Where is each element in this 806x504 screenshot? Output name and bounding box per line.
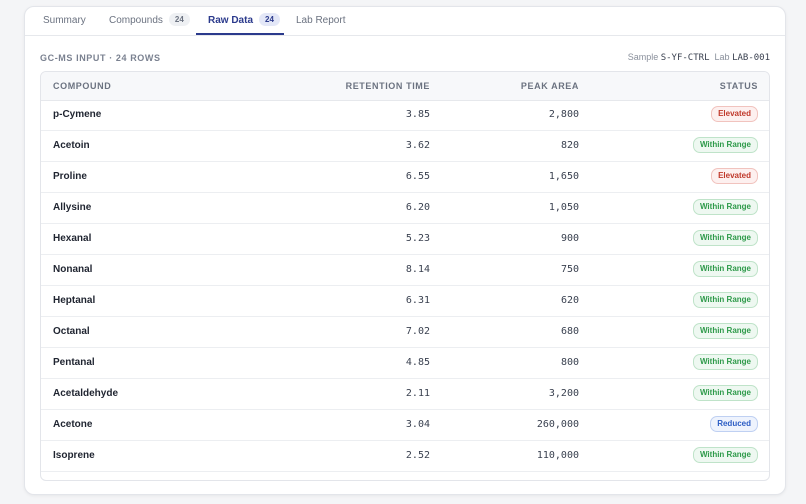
tab-compounds-count: 24 (168, 13, 190, 26)
peak-area: 1,650 (548, 171, 579, 182)
table-row[interactable]: Acetaldehyde 2.11 3,200 Within Range (41, 379, 769, 410)
compound-name: Heptanal (53, 295, 96, 306)
table-row[interactable]: Acetoin 3.62 820 Within Range (41, 131, 769, 162)
tab-compounds[interactable]: Compounds 24 (109, 7, 190, 34)
compound-name: Acetoin (53, 140, 90, 151)
peak-area: 680 (560, 326, 579, 337)
status-badge: Reduced (710, 416, 758, 433)
status-badge: Elevated (711, 106, 758, 123)
input-summary: GC-MS INPUT · 24 ROWS (40, 53, 161, 63)
status-cell: Reduced (710, 410, 758, 440)
tab-summary[interactable]: Summary (43, 7, 86, 34)
header-status[interactable]: STATUS (720, 72, 758, 100)
retention-time: 2.52 (405, 450, 430, 461)
status-badge: Within Range (692, 137, 758, 154)
compound-name: Nonanal (53, 264, 93, 275)
peak-area: 620 (560, 295, 579, 306)
table-row[interactable]: Nonanal 8.14 750 Within Range (41, 255, 769, 286)
compound-name: Pentanal (53, 357, 95, 368)
tab-lab-report[interactable]: Lab Report (296, 7, 345, 34)
peak-area: 750 (560, 264, 579, 275)
active-tab-indicator (196, 33, 284, 35)
table-header: COMPOUND RETENTION TIME PEAK AREA STATUS (41, 72, 769, 101)
peak-area: 110,000 (536, 450, 579, 461)
compound-name: Hexanal (53, 233, 92, 244)
sample-lab-info: Sample S-YF-CTRL Lab LAB-001 (628, 52, 770, 63)
compound-name: Octanal (53, 326, 90, 337)
retention-time: 3.62 (405, 140, 430, 151)
status-cell: Within Range (692, 286, 758, 316)
status-cell: Elevated (711, 100, 758, 130)
tab-summary-label: Summary (43, 15, 86, 26)
sample-label: Sample (627, 52, 659, 62)
peak-area: 800 (560, 357, 579, 368)
status-cell: Within Range (692, 379, 758, 409)
status-cell: Within Range (692, 317, 758, 347)
retention-time: 7.02 (405, 326, 430, 337)
tab-raw-data[interactable]: Raw Data 24 (208, 7, 280, 34)
retention-time: 3.04 (405, 419, 430, 430)
raw-data-card: Summary Compounds 24 Raw Data 24 Lab Repor… (24, 6, 786, 495)
compound-name: Isoprene (53, 450, 95, 461)
status-cell: Within Range (692, 348, 758, 378)
compound-name: Allysine (53, 202, 92, 213)
tab-compounds-label: Compounds (109, 15, 163, 26)
table-row[interactable]: Pentanal 4.85 800 Within Range (41, 348, 769, 379)
status-badge: Within Range (692, 199, 758, 216)
table-row[interactable]: p-Cymene 3.85 2,800 Elevated (41, 100, 769, 131)
table-row[interactable]: Proline 6.55 1,650 Elevated (41, 162, 769, 193)
status-cell: Within Range (692, 255, 758, 285)
header-retention-time[interactable]: RETENTION TIME (346, 72, 430, 100)
retention-time: 5.23 (405, 233, 430, 244)
peak-area: 2,800 (548, 109, 579, 120)
table-row[interactable]: Acetone 3.04 260,000 Reduced (41, 410, 769, 441)
retention-time: 4.85 (405, 357, 430, 368)
table-row[interactable]: Hexanal 5.23 900 Within Range (41, 224, 769, 255)
retention-time: 8.14 (405, 264, 430, 275)
header-compound[interactable]: COMPOUND (53, 72, 111, 100)
status-badge: Within Range (692, 385, 758, 402)
peak-area: 1,050 (548, 202, 579, 213)
retention-time: 3.85 (405, 109, 430, 120)
status-badge: Elevated (711, 168, 758, 185)
tab-lab-report-label: Lab Report (296, 15, 346, 26)
compound-name: Proline (53, 171, 87, 182)
status-cell: Within Range (692, 441, 758, 471)
compound-name: Acetaldehyde (53, 388, 119, 399)
table-row[interactable]: Octanal 7.02 680 Within Range (41, 317, 769, 348)
status-badge: Within Range (692, 323, 758, 340)
retention-time: 6.55 (405, 171, 430, 182)
status-cell: Elevated (711, 162, 758, 192)
peak-area: 820 (560, 140, 579, 151)
lab-label: Lab (714, 52, 730, 62)
retention-time: 6.31 (405, 295, 430, 306)
status-cell: Within Range (692, 193, 758, 223)
tab-raw-data-label: Raw Data (208, 15, 254, 26)
peak-area: 260,000 (536, 419, 579, 430)
lab-value: LAB-001 (732, 53, 770, 63)
table-row[interactable] (41, 472, 769, 480)
table-row[interactable]: Heptanal 6.31 620 Within Range (41, 286, 769, 317)
status-badge: Within Range (692, 261, 758, 278)
table-row[interactable]: Allysine 6.20 1,050 Within Range (41, 193, 769, 224)
status-badge: Within Range (692, 230, 758, 247)
status-cell: Within Range (692, 131, 758, 161)
raw-data-table[interactable]: COMPOUND RETENTION TIME PEAK AREA STATUS… (40, 71, 770, 481)
status-cell: Within Range (692, 224, 758, 254)
header-peak-area[interactable]: PEAK AREA (521, 72, 579, 100)
retention-time: 2.11 (405, 388, 430, 399)
peak-area: 900 (560, 233, 579, 244)
compound-name: Acetone (53, 419, 93, 430)
tab-raw-data-count: 24 (259, 13, 280, 26)
status-badge: Within Range (692, 447, 758, 464)
retention-time: 6.20 (405, 202, 430, 213)
sample-value: S-YF-CTRL (660, 53, 710, 63)
compound-name: p-Cymene (53, 109, 102, 120)
status-badge: Within Range (692, 354, 758, 371)
tab-bar: Summary Compounds 24 Raw Data 24 Lab Repor… (25, 7, 785, 36)
table-row[interactable]: Isoprene 2.52 110,000 Within Range (41, 441, 769, 472)
status-badge: Within Range (692, 292, 758, 309)
peak-area: 3,200 (548, 388, 579, 399)
